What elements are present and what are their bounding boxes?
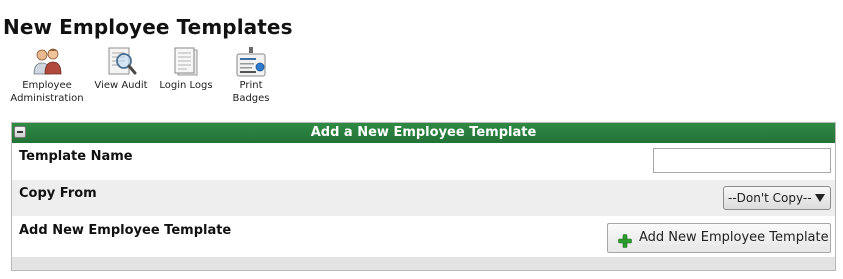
people-icon [30,46,64,78]
add-new-template-row: Add New Employee Template Add New Employ… [12,217,835,254]
employee-administration-label-line2: Administration [10,93,84,104]
template-name-label: Template Name [19,149,133,164]
print-badges-button[interactable]: Print Badges [225,46,277,105]
dropdown-arrow-icon [815,194,825,202]
panel-footer [12,257,835,270]
login-logs-label: Login Logs [159,80,213,91]
add-new-template-label: Add New Employee Template [19,223,232,238]
copy-from-selected-value: --Don't Copy-- [728,191,812,205]
panel-title: Add a New Employee Template [310,125,537,140]
document-log-icon [169,46,203,78]
copy-from-select[interactable]: --Don't Copy-- [723,186,831,210]
view-audit-label: View Audit [94,80,148,91]
add-employee-template-panel: Add a New Employee Template Template Nam… [11,122,836,271]
badge-printer-icon [234,46,268,78]
template-name-input[interactable] [653,148,831,173]
copy-from-row: Copy From --Don't Copy-- [12,180,835,217]
copy-from-label: Copy From [19,186,97,201]
collapse-icon[interactable] [14,126,26,138]
template-name-row: Template Name [12,143,835,180]
add-new-template-button-label: Add New Employee Template [639,230,829,245]
employee-administration-label-line1: Employee [22,80,72,91]
add-new-template-button[interactable]: Add New Employee Template [607,223,831,253]
print-badges-label-line1: Print [239,80,263,91]
view-audit-button[interactable]: View Audit [91,46,151,92]
employee-administration-button[interactable]: Employee Administration [5,46,89,105]
page-title: New Employee Templates [3,15,293,39]
panel-header: Add a New Employee Template [12,123,835,143]
print-badges-label-line2: Badges [232,93,270,104]
plus-icon [618,231,632,248]
login-logs-button[interactable]: Login Logs [155,46,217,92]
magnifier-document-icon [104,46,138,78]
